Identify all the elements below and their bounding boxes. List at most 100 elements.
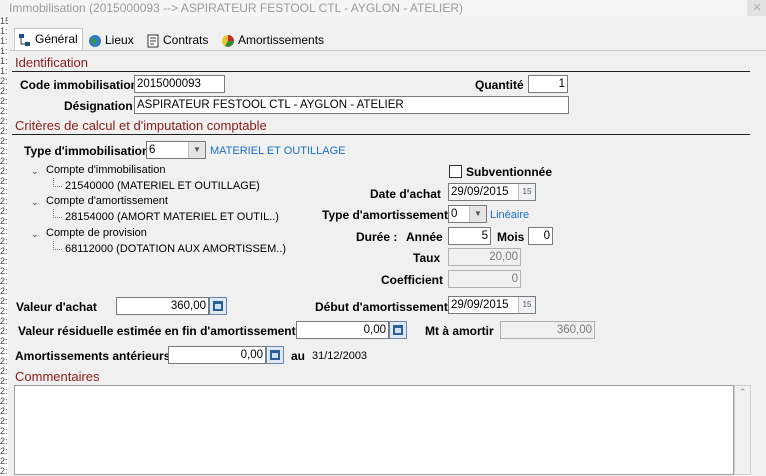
close-button[interactable]: ✕ xyxy=(747,0,766,16)
chevron-down-icon[interactable]: ▼ xyxy=(469,206,486,222)
section-criteria-title: Critères de calcul et d'imputation compt… xyxy=(15,118,267,133)
mois-label: Mois xyxy=(497,230,525,244)
valeur-achat-field[interactable]: 360,00 xyxy=(116,297,209,315)
scroll-up-icon[interactable]: ⌃ xyxy=(739,387,747,398)
au-label: au xyxy=(291,349,306,363)
commentaires-scrollbar[interactable]: ⌃ xyxy=(734,385,751,475)
taux-label: Taux xyxy=(413,251,441,265)
tree-expand-icon[interactable]: ⌄ xyxy=(31,197,39,208)
tree-leaf-amortissement[interactable]: 28154000 (AMORT MATERIEL ET OUTIL..) xyxy=(65,211,279,223)
au-date: 31/12/2003 xyxy=(312,350,368,362)
section-identification-title: Identification xyxy=(15,55,88,70)
chevron-down-icon[interactable]: ▼ xyxy=(188,142,205,158)
type-immo-select[interactable]: 6 ▼ xyxy=(146,141,206,159)
background-strip-text: 2: xyxy=(0,396,8,406)
background-strip-text: 2: xyxy=(0,86,8,96)
tree-connector xyxy=(53,178,62,187)
type-amort-select[interactable]: 0 ▼ xyxy=(448,205,487,223)
valeur-residuelle-field[interactable]: 0,00 xyxy=(296,321,389,339)
background-strip-text: 2: xyxy=(0,376,8,386)
mt-amortir-field: 360,00 xyxy=(500,321,595,339)
type-immo-label: Type d'immobilisation xyxy=(24,144,150,158)
date-achat-field[interactable]: 29/09/2015 15 xyxy=(448,183,536,201)
tree-connector xyxy=(53,209,62,218)
background-strip-text: 2: xyxy=(0,96,8,106)
annee-label: Année xyxy=(406,230,443,244)
commentaires-textarea[interactable] xyxy=(14,385,734,475)
background-strip-text: 1: xyxy=(0,46,8,56)
tree-leaf-immobilisation[interactable]: 21540000 (MATERIEL ET OUTILLAGE) xyxy=(65,180,260,192)
tree-expand-icon[interactable]: ⌄ xyxy=(31,166,39,177)
coefficient-field: 0 xyxy=(448,270,521,288)
tree-leaf-provision[interactable]: 68112000 (DOTATION AUX AMORTISSEM..) xyxy=(65,243,286,255)
valeur-residuelle-label: Valeur résiduelle estimée en fin d'amort… xyxy=(18,324,296,338)
window-title: Immobilisation (2015000093 --> ASPIRATEU… xyxy=(9,1,464,15)
background-strip-text: 2: xyxy=(0,286,8,296)
calendar-icon[interactable]: 15 xyxy=(518,184,535,200)
type-immo-desc: MATERIEL ET OUTILLAGE xyxy=(210,145,346,157)
code-label: Code immobilisation xyxy=(20,78,139,92)
background-strip-text: 2: xyxy=(0,276,8,286)
subventionnee-checkbox[interactable] xyxy=(449,165,462,178)
background-strip-text: 2: xyxy=(0,266,8,276)
valeur-achat-label: Valeur d'achat xyxy=(16,300,97,314)
divider xyxy=(12,71,750,72)
calendar-icon[interactable]: 15 xyxy=(518,297,535,313)
background-strip-text: 2: xyxy=(0,406,8,416)
background-strip-text: 2: xyxy=(0,456,8,466)
background-strip-text: 2: xyxy=(0,386,8,396)
background-strip-text: 2: xyxy=(0,306,8,316)
quantity-field[interactable]: 1 xyxy=(528,75,568,93)
title-bar: Immobilisation (2015000093 --> ASPIRATEU… xyxy=(8,0,766,16)
amort-anterieurs-field[interactable]: 0,00 xyxy=(168,346,266,364)
background-strip-text: 2: xyxy=(0,236,8,246)
calculator-icon[interactable] xyxy=(266,346,284,364)
debut-amort-label: Début d'amortissement xyxy=(315,300,448,314)
background-strip-text: 2: xyxy=(0,176,8,186)
background-strip-text: 2: xyxy=(0,296,8,306)
section-commentaires-title: Commentaires xyxy=(15,369,100,384)
background-strip-text: 2: xyxy=(0,466,8,475)
tab-contrats[interactable]: Contrats xyxy=(143,30,208,50)
designation-label: Désignation xyxy=(64,99,133,113)
tab-lieux[interactable]: Lieux xyxy=(85,30,134,50)
background-strip-text: 2: xyxy=(0,356,8,366)
annee-field[interactable]: 5 xyxy=(448,227,491,245)
background-strip-text: 2: xyxy=(0,186,8,196)
debut-amort-field[interactable]: 29/09/2015 15 xyxy=(448,296,536,314)
calculator-icon[interactable] xyxy=(389,321,407,339)
background-strip-text: 2: xyxy=(0,126,8,136)
background-strip-text: 2: xyxy=(0,146,8,156)
amort-anterieurs-label: Amortissements antérieurs xyxy=(15,349,171,363)
background-strip-text: 2: xyxy=(0,366,8,376)
tree-node-amortissement[interactable]: Compte d'amortissement xyxy=(46,195,168,207)
globe-icon xyxy=(88,34,102,48)
depreciation-icon xyxy=(221,34,235,48)
background-strip-text: 2: xyxy=(0,416,8,426)
background-strip-text: 1: xyxy=(0,66,8,76)
tree-node-immobilisation[interactable]: Compte d'immobilisation xyxy=(46,164,165,176)
type-amort-desc: Linéaire xyxy=(490,209,530,221)
calculator-icon[interactable] xyxy=(209,297,227,315)
divider xyxy=(12,134,750,135)
tab-amortissements[interactable]: Amortissements xyxy=(218,30,324,50)
tab-general[interactable]: Général xyxy=(14,28,83,51)
background-strip-text: 2: xyxy=(0,336,8,346)
background-strip-text: 15 xyxy=(0,16,8,26)
mois-field[interactable]: 0 xyxy=(528,227,553,245)
background-strip-text: 2: xyxy=(0,426,8,436)
quantity-label: Quantité xyxy=(475,78,524,92)
background-strip-text: 2: xyxy=(0,226,8,236)
background-strip-text: 2: xyxy=(0,316,8,326)
background-strip-text: 2: xyxy=(0,136,8,146)
designation-field[interactable]: ASPIRATEUR FESTOOL CTL - AYGLON - ATELIE… xyxy=(134,96,569,114)
tree-node-provision[interactable]: Compte de provision xyxy=(46,227,147,239)
background-strip-text: 2: xyxy=(0,326,8,336)
background-strip-text: 2: xyxy=(0,346,8,356)
background-strip-text: 2: xyxy=(0,256,8,266)
background-strip-text: 2: xyxy=(0,106,8,116)
type-amort-label: Type d'amortissement xyxy=(322,208,448,222)
tree-expand-icon[interactable]: ⌄ xyxy=(31,229,39,240)
code-field[interactable]: 2015000093 xyxy=(134,75,225,93)
tree-connector xyxy=(53,241,62,250)
